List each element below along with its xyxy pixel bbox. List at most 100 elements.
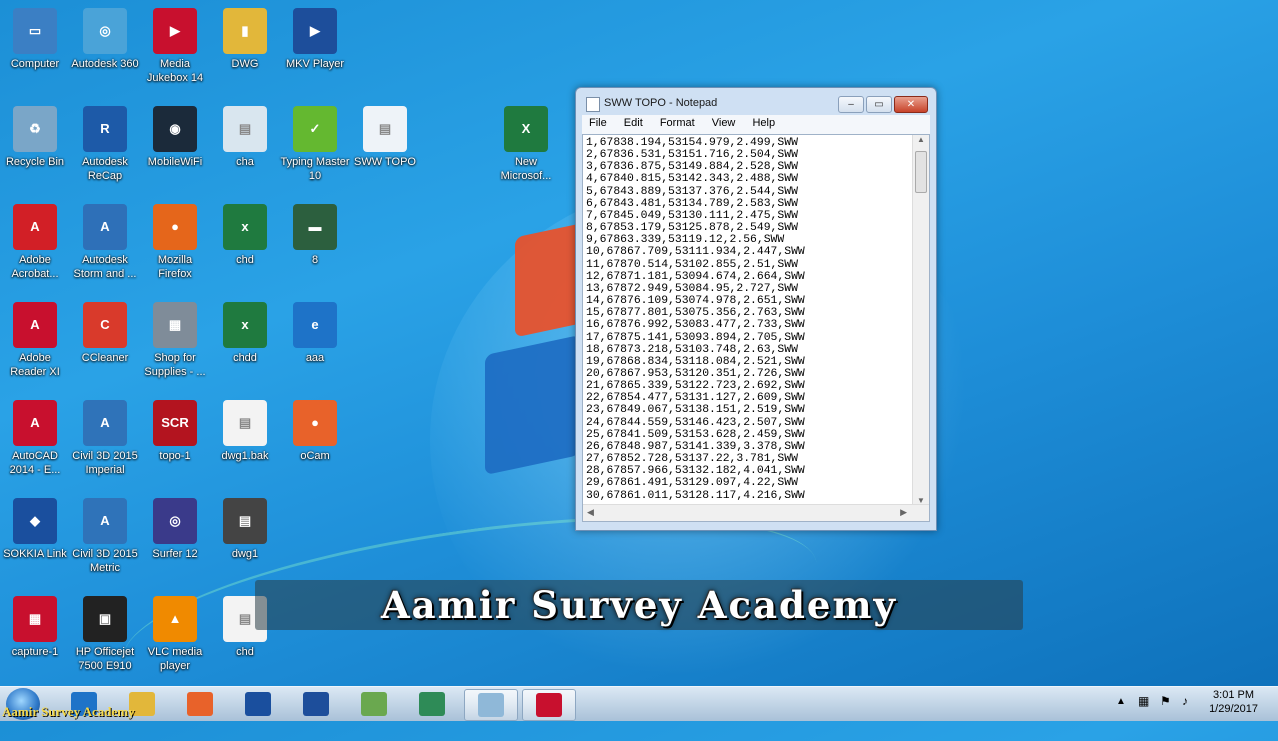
horizontal-scrollbar[interactable]: ◀ ▶	[583, 504, 929, 521]
text-line: 12,67871.181,53094.674,2.664,SWW	[586, 270, 805, 283]
desktop-icon[interactable]: A Adobe Reader XI	[0, 298, 70, 379]
desktop-icon[interactable]: ▲ VLC media player	[140, 592, 210, 673]
desktop-icon[interactable]: ● oCam	[280, 396, 350, 463]
desktop-icon[interactable]: e aaa	[280, 298, 350, 365]
desktop-icon[interactable]: ▬ 8	[280, 200, 350, 267]
desktop-icon-label: Surfer 12	[152, 548, 198, 560]
desktop-icon-label: Civil 3D 2015 Metric	[72, 548, 138, 574]
app-icon: ▤	[223, 106, 267, 152]
desktop-icon-label: CCleaner	[81, 352, 129, 364]
desktop-icon[interactable]: x chdd	[210, 298, 280, 365]
app-icon: ◆	[13, 498, 57, 544]
close-button[interactable]: ✕	[894, 96, 928, 113]
desktop-icon[interactable]: ✓ Typing Master 10	[280, 102, 350, 183]
desktop-icon-label: Mozilla Firefox	[157, 254, 193, 280]
taskbar-autocad-button[interactable]	[522, 689, 576, 721]
text-line: 26,67848.987,53141.339,3.378,SWW	[586, 440, 805, 453]
show-hidden-icons-icon[interactable]: ▲	[1116, 696, 1126, 707]
text-line: 1,67838.194,53154.979,2.499,SWW	[586, 137, 798, 149]
taskbar-sokkia-button[interactable]	[232, 689, 284, 719]
action-center-icon[interactable]: ⚑	[1160, 694, 1171, 708]
desktop-icon-label: Autodesk 360	[71, 58, 139, 70]
app-icon: e	[293, 302, 337, 348]
notepad-titlebar[interactable]: SWW TOPO - Notepad – ▭ ✕	[576, 88, 936, 118]
desktop-icon-label: SOKKIA Link	[3, 548, 67, 560]
desktop-icon-label: chd	[236, 646, 254, 658]
scroll-thumb[interactable]	[915, 151, 927, 193]
desktop-icon[interactable]: ◎ Surfer 12	[140, 494, 210, 561]
notepad-icon	[586, 97, 600, 112]
text-area[interactable]: 1,67838.194,53154.979,2.499,SWW 2,67836.5…	[582, 134, 930, 522]
desktop-icon[interactable]: ◎ Autodesk 360	[70, 4, 140, 71]
windows-logo-blue	[485, 334, 580, 476]
desktop-icon[interactable]: ▤ dwg1.bak	[210, 396, 280, 463]
desktop-icon[interactable]: ▭ Computer	[0, 4, 70, 71]
desktop-icon[interactable]: C CCleaner	[70, 298, 140, 365]
desktop-icon-label: MKV Player	[285, 58, 345, 70]
maximize-button[interactable]: ▭	[866, 96, 892, 113]
clock-time: 3:01 PM	[1213, 689, 1255, 701]
app-icon: ▭	[13, 8, 57, 54]
desktop-icon[interactable]: ● Mozilla Firefox	[140, 200, 210, 281]
desktop-icon[interactable]: A Autodesk Storm and ...	[70, 200, 140, 281]
text-line: 27,67852.728,53137.22,3.781,SWW	[586, 453, 798, 466]
desktop-icon[interactable]: ◆ SOKKIA Link	[0, 494, 70, 561]
app-icon: ◎	[153, 498, 197, 544]
text-line: 30,67861.011,53128.117,4.216,SWW	[586, 489, 805, 502]
desktop-icon[interactable]: ♻ Recycle Bin	[0, 102, 70, 169]
network-icon[interactable]: ▦	[1138, 694, 1149, 708]
menu-format[interactable]: Format	[653, 115, 702, 131]
desktop-icon[interactable]: R Autodesk ReCap	[70, 102, 140, 183]
desktop-icon-label: cha	[236, 156, 254, 168]
app-icon: A	[83, 204, 127, 250]
desktop-icon[interactable]: ◉ MobileWiFi	[140, 102, 210, 169]
text-line: 10,67867.709,53111.934,2.447,SWW	[586, 246, 805, 259]
taskbar-c-app-button[interactable]	[406, 689, 458, 719]
taskbar-chart-tool-button[interactable]	[348, 689, 400, 719]
desktop-icon[interactable]: A Civil 3D 2015 Imperial	[70, 396, 140, 477]
menu-edit[interactable]: Edit	[617, 115, 650, 131]
desktop-icon[interactable]: ▤ dwg1	[210, 494, 280, 561]
scroll-left-icon[interactable]: ◀	[587, 507, 594, 518]
text-line: 19,67868.834,53118.084,2.521,SWW	[586, 355, 805, 368]
desktop-icon[interactable]: A Adobe Acrobat...	[0, 200, 70, 281]
desktop-icon-label: New Microsof...	[500, 156, 552, 182]
taskbar-media-player-button[interactable]	[174, 689, 226, 719]
desktop-icon[interactable]: ▶ MKV Player	[280, 4, 350, 71]
desktop-icon[interactable]: ▦ Shop for Supplies - ...	[140, 298, 210, 379]
text-line: 14,67876.109,53074.978,2.651,SWW	[586, 295, 805, 308]
taskbar-dev-tool-button[interactable]	[290, 689, 342, 719]
desktop-icon[interactable]: x chd	[210, 200, 280, 267]
desktop-icon[interactable]: X New Microsof...	[491, 102, 561, 183]
desktop-icon[interactable]: A Civil 3D 2015 Metric	[70, 494, 140, 575]
desktop-icon[interactable]: ▤ cha	[210, 102, 280, 169]
desktop-icon-label: Civil 3D 2015 Imperial	[72, 450, 138, 476]
scroll-up-icon[interactable]: ▲	[913, 135, 929, 144]
app-icon: A	[13, 204, 57, 250]
desktop-icon[interactable]: SCR topo-1	[140, 396, 210, 463]
desktop-icon[interactable]: ▦ capture-1	[0, 592, 70, 659]
app-icon: ◉	[153, 106, 197, 152]
text-line: 28,67857.966,53132.182,4.041,SWW	[586, 465, 805, 478]
scroll-right-icon[interactable]: ▶	[900, 507, 907, 518]
vertical-scrollbar[interactable]: ▲ ▼	[912, 135, 929, 505]
chart-tool-icon	[361, 692, 387, 716]
menu-view[interactable]: View	[705, 115, 743, 131]
desktop-icon-label: Autodesk Storm and ...	[73, 254, 137, 280]
minimize-button[interactable]: –	[838, 96, 864, 113]
menu-help[interactable]: Help	[745, 115, 782, 131]
desktop-icon[interactable]: A AutoCAD 2014 - E...	[0, 396, 70, 477]
desktop-icon[interactable]: ▶ Media Jukebox 14	[140, 4, 210, 85]
app-icon: R	[83, 106, 127, 152]
taskbar-notepad-button[interactable]	[464, 689, 518, 721]
desktop-icon-label: 8	[311, 254, 319, 266]
app-icon: ▦	[153, 302, 197, 348]
desktop-icon[interactable]: ▤ SWW TOPO	[350, 102, 420, 169]
clock[interactable]: 3:01 PM 1/29/2017	[1209, 688, 1258, 716]
desktop-icon[interactable]: ▮ DWG	[210, 4, 280, 71]
window-title: SWW TOPO - Notepad	[604, 97, 718, 109]
desktop-icon[interactable]: ▣ HP Officejet 7500 E910	[70, 592, 140, 673]
menu-file[interactable]: File	[582, 115, 614, 131]
menubar: File Edit Format View Help	[582, 115, 930, 134]
volume-icon[interactable]: ♪	[1182, 694, 1188, 708]
